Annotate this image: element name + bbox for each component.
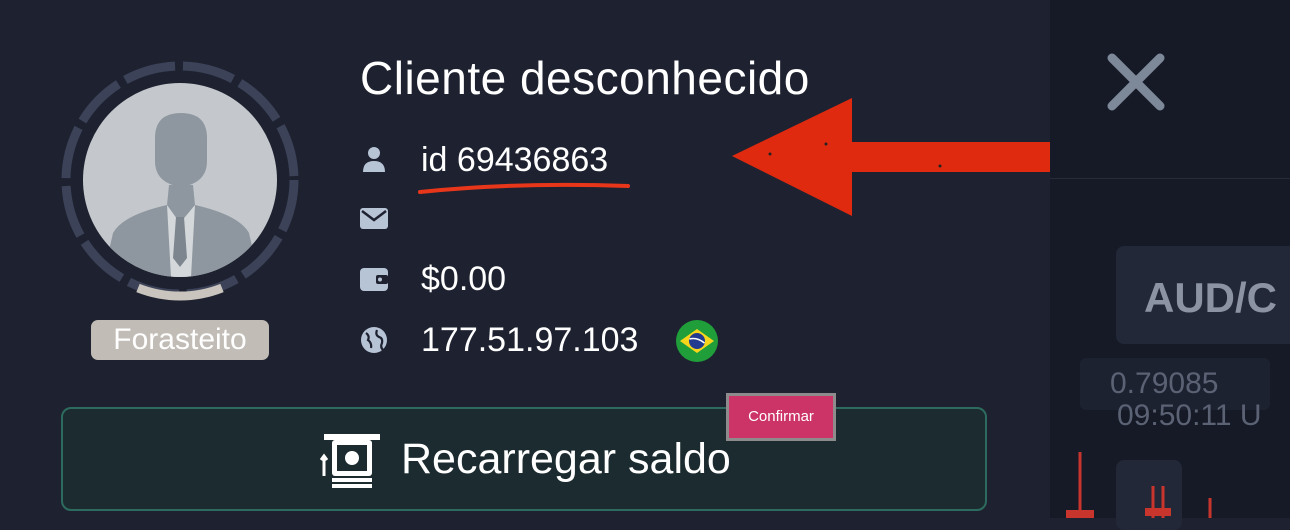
id-underline-annotation (418, 182, 630, 194)
mail-icon (360, 208, 388, 229)
recharge-balance-label: Recarregar saldo (401, 435, 731, 483)
money-deposit-icon (320, 434, 380, 488)
candlestick-chart-icon (1066, 452, 1212, 518)
close-icon[interactable] (1104, 50, 1168, 114)
ip-address-text: 177.51.97.103 (421, 321, 639, 359)
globe-icon (361, 327, 387, 353)
avatar-image (83, 83, 277, 277)
user-silhouette-icon (103, 113, 259, 277)
wallet-icon (360, 268, 388, 291)
balance-text: $0.00 (421, 260, 507, 298)
red-arrow-annotation (732, 98, 1050, 216)
server-time: 09:50:11 U (1117, 398, 1262, 434)
brazil-flag-icon (676, 320, 718, 362)
current-price: 0.79085 (1110, 367, 1219, 400)
divider (1050, 178, 1290, 179)
user-id-text: id 69436863 (421, 141, 609, 179)
confirm-button[interactable]: Confirmar (726, 393, 836, 441)
server-time-value: 09:50:11 (1117, 399, 1232, 432)
asset-pair-label: AUD/C (1144, 274, 1277, 321)
status-badge: Forasteito (91, 320, 269, 360)
profile-panel: Forasteito Cliente desconhecido id 69436… (0, 0, 1050, 518)
user-icon (363, 147, 385, 172)
server-time-suffix: U (1239, 399, 1262, 432)
avatar (58, 58, 302, 302)
